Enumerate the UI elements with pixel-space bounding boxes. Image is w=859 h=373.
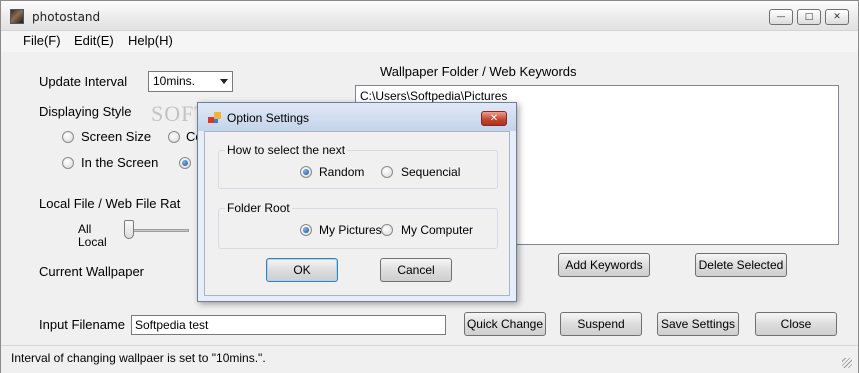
radio-my-pictures-label: My Pictures xyxy=(319,223,382,237)
cancel-button[interactable]: Cancel xyxy=(380,258,452,282)
folder-root-group-label: Folder Root xyxy=(225,201,292,215)
add-keywords-button[interactable]: Add Keywords xyxy=(558,253,650,277)
current-wallpaper-label: Current Wallpaper xyxy=(39,264,145,279)
window-title: photostand xyxy=(32,10,101,24)
radio-screen-size-label: Screen Size xyxy=(81,129,152,144)
radio-co[interactable] xyxy=(168,131,180,143)
option-settings-dialog: Option Settings ✕ How to select the next… xyxy=(197,102,517,302)
filename-input[interactable]: Softpedia test xyxy=(131,315,446,335)
radio-random[interactable] xyxy=(300,166,312,178)
update-interval-label: Update Interval xyxy=(39,74,128,89)
radio-random-label: Random xyxy=(319,165,365,179)
update-interval-select[interactable]: 10mins. xyxy=(148,71,233,92)
ratio-local-label: Local xyxy=(78,235,107,249)
menu-help[interactable]: Help(H) xyxy=(128,33,173,48)
wallpaper-folder-label: Wallpaper Folder / Web Keywords xyxy=(380,64,577,79)
close-button[interactable]: Close xyxy=(755,312,837,336)
main-window: photostand — □ ✕ File(F) Edit(E) Help(H)… xyxy=(0,0,859,373)
save-settings-button[interactable]: Save Settings xyxy=(657,312,739,336)
radio-my-computer[interactable] xyxy=(381,224,393,236)
minimize-button[interactable]: — xyxy=(769,9,793,25)
menu-bar: File(F) Edit(E) Help(H) xyxy=(1,31,858,52)
select-method-group-label: How to select the next xyxy=(225,143,348,157)
radio-sequencial-label: Sequencial xyxy=(401,165,461,179)
radio-hidden-option[interactable] xyxy=(179,157,191,169)
close-window-button[interactable]: ✕ xyxy=(825,9,849,25)
app-icon xyxy=(10,9,24,24)
list-item[interactable]: C:\Users\Softpedia\Pictures xyxy=(360,89,507,103)
displaying-style-label: Displaying Style xyxy=(39,104,132,119)
dialog-close-button[interactable]: ✕ xyxy=(481,111,507,126)
settings-icon xyxy=(208,112,221,123)
chevron-down-icon xyxy=(220,79,228,84)
menu-file[interactable]: File(F) xyxy=(23,33,61,48)
dialog-title-bar: Option Settings ✕ xyxy=(198,103,516,131)
input-filename-label: Input Filename xyxy=(39,317,125,332)
ratio-all-label: All xyxy=(78,222,92,236)
update-interval-value: 10mins. xyxy=(153,74,196,88)
status-text: Interval of changing wallpaer is set to … xyxy=(11,351,266,365)
ok-button[interactable]: OK xyxy=(266,258,338,282)
dialog-title: Option Settings xyxy=(227,111,310,125)
ratio-slider-track xyxy=(129,229,189,232)
maximize-button[interactable]: □ xyxy=(797,9,821,25)
delete-selected-button[interactable]: Delete Selected xyxy=(695,253,787,277)
radio-screen-size[interactable] xyxy=(62,131,74,143)
radio-my-computer-label: My Computer xyxy=(401,223,474,237)
resize-grip-icon[interactable] xyxy=(842,358,852,368)
dialog-body: How to select the next Random Sequencial… xyxy=(204,131,510,296)
ratio-slider-thumb[interactable] xyxy=(124,220,134,239)
quick-change-button[interactable]: Quick Change xyxy=(464,312,546,336)
menu-edit[interactable]: Edit(E) xyxy=(74,33,114,48)
radio-my-pictures[interactable] xyxy=(300,224,312,236)
title-bar: photostand — □ ✕ xyxy=(1,1,858,31)
status-bar: Interval of changing wallpaer is set to … xyxy=(1,345,858,373)
radio-in-the-screen[interactable] xyxy=(62,157,74,169)
suspend-button[interactable]: Suspend xyxy=(560,312,642,336)
file-ratio-label: Local File / Web File Rat xyxy=(39,196,181,211)
radio-sequencial[interactable] xyxy=(381,166,393,178)
radio-in-the-screen-label: In the Screen xyxy=(81,155,159,170)
